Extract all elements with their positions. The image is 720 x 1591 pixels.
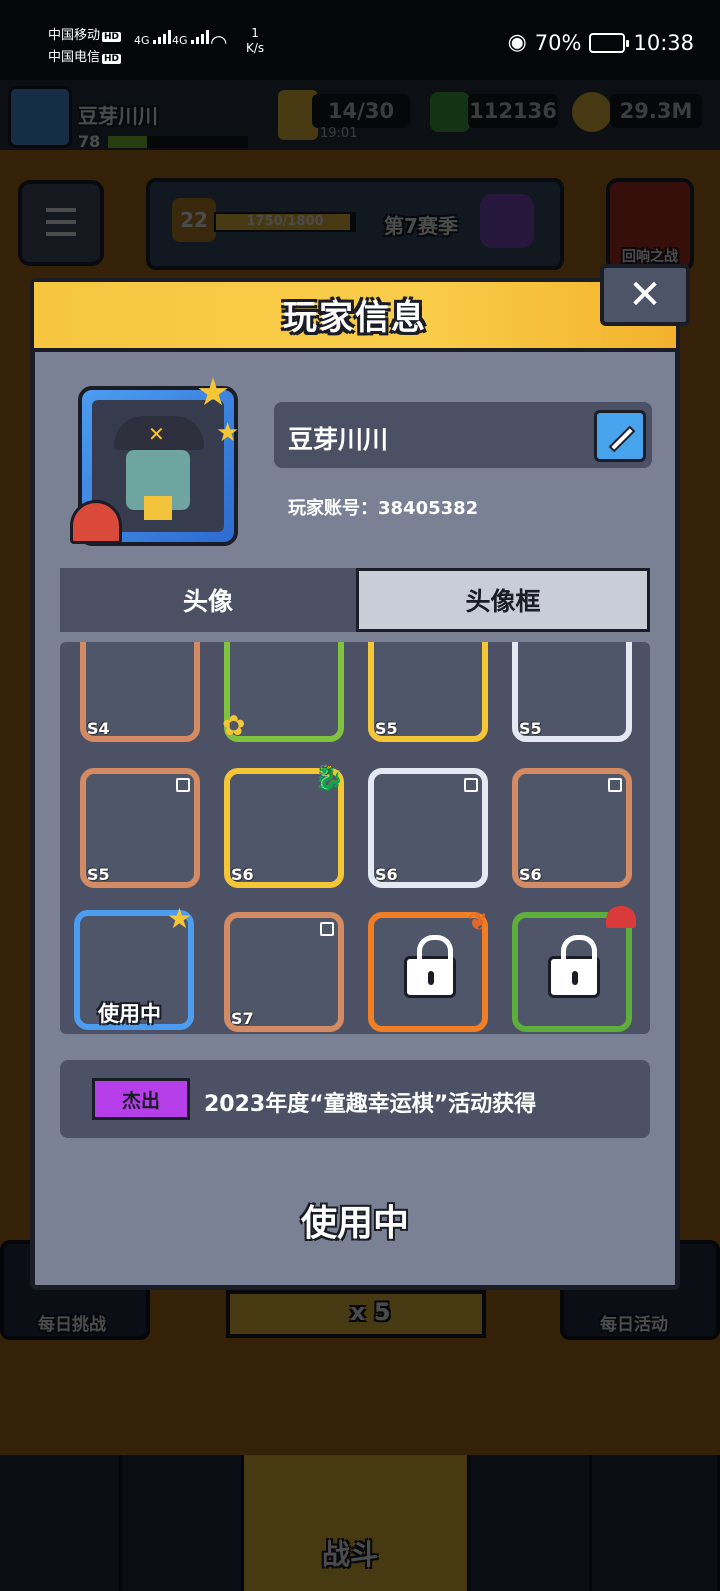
- frame-item[interactable]: S5: [80, 768, 200, 888]
- frame-item[interactable]: ✿: [222, 642, 344, 742]
- wifi-icon: ◠: [210, 30, 228, 54]
- eye-icon: ◉: [507, 30, 527, 55]
- signal-indicator-1: 4G: [134, 30, 175, 47]
- in-use-status: 使用中: [300, 1203, 409, 1244]
- beard-icon: [144, 496, 172, 520]
- frame-item[interactable]: S6: [368, 768, 488, 888]
- maple-leaf-icon: ❦: [467, 908, 488, 936]
- tab-avatar[interactable]: 头像: [60, 568, 356, 632]
- lock-icon: [548, 935, 600, 998]
- battery-percent: 70%: [534, 30, 582, 55]
- lock-icon: [404, 935, 456, 998]
- flower-icon: ✿: [222, 709, 246, 742]
- corner-marker-icon: [464, 778, 478, 792]
- in-use-label: 使用中: [98, 1002, 161, 1026]
- status-right: ◉ 70% 10:38: [508, 30, 694, 55]
- pirate-hat-icon: ✕: [114, 416, 204, 450]
- player-name-text: 豆芽川川: [288, 425, 389, 454]
- battery-icon: [589, 32, 630, 53]
- frame-item[interactable]: S6: [512, 768, 632, 888]
- frame-item[interactable]: S5: [368, 642, 488, 742]
- frame-item-locked[interactable]: [512, 906, 636, 1032]
- frame-item[interactable]: 🐉 S6: [224, 764, 344, 888]
- frame-item[interactable]: S7: [224, 912, 344, 1032]
- close-button[interactable]: ✕: [600, 264, 690, 326]
- santa-hat-icon: [606, 906, 636, 928]
- corner-marker-icon: [320, 922, 334, 936]
- frame-item-locked[interactable]: ❦: [368, 908, 488, 1032]
- frame-item-in-use[interactable]: ★ 使用中: [74, 902, 194, 1030]
- star-icon: ★: [166, 902, 192, 935]
- dragon-icon: 🐉: [314, 764, 344, 792]
- carrier-2: 中国电信 HD: [48, 50, 122, 65]
- corner-marker-icon: [608, 778, 622, 792]
- close-icon: ✕: [628, 272, 662, 318]
- pencil-icon: [608, 425, 636, 453]
- star-icon: ★: [216, 418, 240, 448]
- frame-grid[interactable]: S4 ✿ S5 S5 S5 🐉 S6 S6 S6 ★ 使用中 S7 ❦: [60, 642, 650, 1034]
- clock: 10:38: [633, 30, 694, 55]
- rarity-badge: 杰出: [92, 1078, 190, 1120]
- frame-description: 2023年度“童趣幸运棋”活动获得: [204, 1092, 537, 1117]
- signal-indicator-2: 4G: [172, 30, 213, 47]
- circus-tent-icon: [70, 500, 122, 544]
- account-id: 玩家账号：38405382: [288, 498, 479, 519]
- modal-title: 玩家信息: [283, 298, 427, 338]
- network-speed: 1 K/s: [246, 26, 265, 55]
- edit-name-button[interactable]: [594, 410, 646, 462]
- status-bar: 中国移动 HD 中国电信 HD 4G 4G ◠ 1 K/s ◉ 70% 10:38: [0, 0, 720, 80]
- frame-item[interactable]: S4: [80, 642, 200, 742]
- corner-marker-icon: [176, 778, 190, 792]
- star-icon: ★: [196, 370, 231, 414]
- frame-item[interactable]: S5: [512, 642, 632, 742]
- carrier-1: 中国移动 HD: [48, 28, 122, 43]
- tab-avatar-frame[interactable]: 头像框: [356, 568, 650, 632]
